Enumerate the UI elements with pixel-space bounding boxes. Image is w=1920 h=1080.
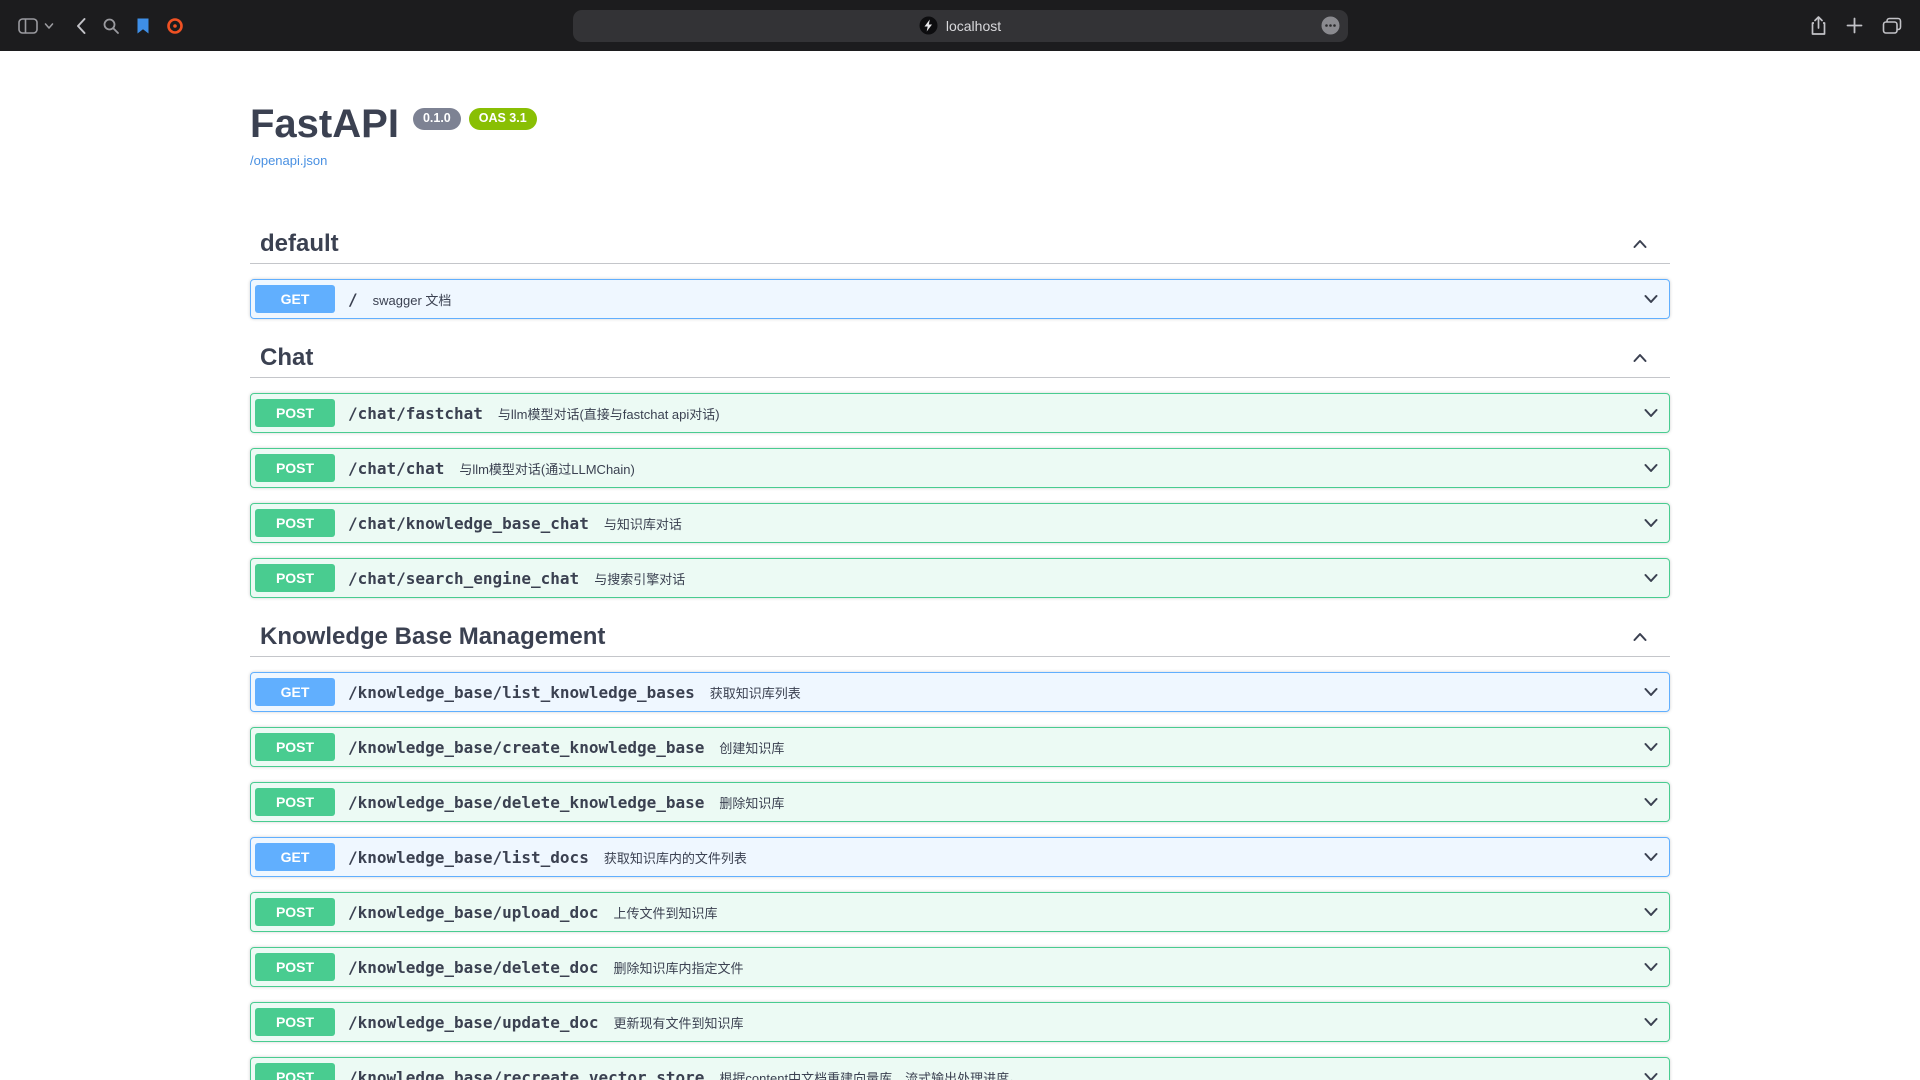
address-bar[interactable]: localhost: [573, 10, 1348, 42]
endpoint-path: /: [348, 290, 358, 309]
search-icon[interactable]: [102, 17, 120, 35]
section-header[interactable]: default: [250, 220, 1670, 264]
section-title: Chat: [260, 343, 313, 373]
extension-orange-icon[interactable]: [166, 17, 184, 35]
method-badge: POST: [255, 1008, 335, 1036]
chevron-down-icon[interactable]: [1641, 1012, 1661, 1032]
chevron-down-icon[interactable]: [1641, 458, 1661, 478]
share-icon[interactable]: [1810, 16, 1827, 36]
endpoint-path: /knowledge_base/upload_doc: [348, 903, 598, 922]
endpoint-row[interactable]: GET /knowledge_base/list_knowledge_bases…: [250, 672, 1670, 712]
section-title: default: [260, 229, 339, 259]
chevron-up-icon[interactable]: [1630, 234, 1650, 254]
endpoint-description: 与llm模型对话(直接与fastchat api对话): [498, 404, 720, 423]
section-header[interactable]: Knowledge Base Management: [250, 613, 1670, 657]
chevron-down-icon[interactable]: [1641, 847, 1661, 867]
method-badge: POST: [255, 953, 335, 981]
method-badge: POST: [255, 1063, 335, 1080]
method-badge: POST: [255, 733, 335, 761]
tab-overview-icon[interactable]: [1882, 17, 1902, 35]
address-text: localhost: [946, 18, 1001, 34]
endpoint-description: swagger 文档: [373, 290, 452, 309]
chevron-down-icon[interactable]: [1641, 902, 1661, 922]
sidebar-chevron-down-icon[interactable]: [44, 22, 54, 30]
oas-badge: OAS 3.1: [469, 108, 537, 130]
endpoint-path: /chat/knowledge_base_chat: [348, 514, 589, 533]
chevron-up-icon[interactable]: [1630, 348, 1650, 368]
endpoint-description: 更新现有文件到知识库: [613, 1013, 743, 1032]
chevron-down-icon[interactable]: [1641, 513, 1661, 533]
endpoint-row[interactable]: POST /knowledge_base/upload_doc 上传文件到知识库: [250, 892, 1670, 932]
endpoint-row[interactable]: POST /chat/fastchat 与llm模型对话(直接与fastchat…: [250, 393, 1670, 433]
endpoint-description: 删除知识库: [719, 793, 784, 812]
endpoint-path: /knowledge_base/create_knowledge_base: [348, 738, 704, 757]
method-badge: POST: [255, 564, 335, 592]
method-badge: GET: [255, 678, 335, 706]
endpoint-path: /knowledge_base/recreate_vector_store: [348, 1068, 704, 1080]
endpoint-description: 与搜索引擎对话: [594, 569, 685, 588]
chevron-down-icon[interactable]: [1641, 792, 1661, 812]
section-header[interactable]: Chat: [250, 334, 1670, 378]
openapi-spec-link[interactable]: /openapi.json: [250, 153, 327, 168]
endpoint-row[interactable]: POST /chat/chat 与llm模型对话(通过LLMChain): [250, 448, 1670, 488]
new-tab-icon[interactable]: [1846, 17, 1863, 34]
endpoint-description: 删除知识库内指定文件: [613, 958, 743, 977]
version-badge: 0.1.0: [413, 108, 461, 130]
swagger-page: FastAPI 0.1.0 OAS 3.1 /openapi.json defa…: [0, 51, 1920, 1080]
back-button-icon[interactable]: [75, 17, 87, 35]
endpoint-row[interactable]: POST /knowledge_base/create_knowledge_ba…: [250, 727, 1670, 767]
method-badge: POST: [255, 399, 335, 427]
chevron-up-icon[interactable]: [1630, 627, 1650, 647]
method-badge: GET: [255, 843, 335, 871]
endpoint-path: /knowledge_base/update_doc: [348, 1013, 598, 1032]
section-default: default GET / swagger 文档: [250, 220, 1670, 319]
endpoint-path: /chat/fastchat: [348, 404, 483, 423]
extension-blue-icon[interactable]: [135, 17, 151, 35]
page-menu-icon[interactable]: [1321, 16, 1340, 35]
chevron-down-icon[interactable]: [1641, 737, 1661, 757]
chevron-down-icon[interactable]: [1641, 403, 1661, 423]
api-info: FastAPI 0.1.0 OAS 3.1 /openapi.json: [250, 51, 1670, 170]
endpoint-row[interactable]: POST /knowledge_base/delete_knowledge_ba…: [250, 782, 1670, 822]
endpoint-path: /knowledge_base/list_docs: [348, 848, 589, 867]
method-badge: POST: [255, 454, 335, 482]
method-badge: POST: [255, 509, 335, 537]
site-favicon: [919, 16, 938, 35]
chevron-down-icon[interactable]: [1641, 568, 1661, 588]
endpoint-path: /chat/chat: [348, 459, 444, 478]
section-title: Knowledge Base Management: [260, 622, 605, 652]
endpoint-row[interactable]: POST /chat/search_engine_chat 与搜索引擎对话: [250, 558, 1670, 598]
endpoint-description: 上传文件到知识库: [613, 903, 717, 922]
method-badge: GET: [255, 285, 335, 313]
endpoint-description: 与llm模型对话(通过LLMChain): [459, 459, 635, 478]
endpoint-description: 根据content中文档重建向量库，流式输出处理进度。: [719, 1068, 1022, 1080]
endpoint-path: /chat/search_engine_chat: [348, 569, 579, 588]
chevron-down-icon[interactable]: [1641, 682, 1661, 702]
method-badge: POST: [255, 898, 335, 926]
endpoint-row[interactable]: POST /chat/knowledge_base_chat 与知识库对话: [250, 503, 1670, 543]
browser-toolbar: localhost: [0, 0, 1920, 51]
endpoint-row[interactable]: GET /knowledge_base/list_docs 获取知识库内的文件列…: [250, 837, 1670, 877]
endpoint-description: 获取知识库列表: [710, 683, 801, 702]
endpoint-path: /knowledge_base/list_knowledge_bases: [348, 683, 695, 702]
section-chat: Chat POST /chat/fastchat 与llm模型对话(直接与fas…: [250, 334, 1670, 598]
endpoint-row[interactable]: POST /knowledge_base/update_doc 更新现有文件到知…: [250, 1002, 1670, 1042]
endpoint-description: 创建知识库: [719, 738, 784, 757]
chevron-down-icon[interactable]: [1641, 289, 1661, 309]
method-badge: POST: [255, 788, 335, 816]
endpoint-path: /knowledge_base/delete_doc: [348, 958, 598, 977]
chevron-down-icon[interactable]: [1641, 1067, 1661, 1080]
endpoint-description: 获取知识库内的文件列表: [604, 848, 747, 867]
endpoint-description: 与知识库对话: [604, 514, 682, 533]
chevron-down-icon[interactable]: [1641, 957, 1661, 977]
endpoint-row[interactable]: GET / swagger 文档: [250, 279, 1670, 319]
section-knowledge-base: Knowledge Base Management GET /knowledge…: [250, 613, 1670, 1080]
sidebar-toggle-icon[interactable]: [18, 17, 38, 35]
endpoint-row[interactable]: POST /knowledge_base/recreate_vector_sto…: [250, 1057, 1670, 1080]
endpoint-path: /knowledge_base/delete_knowledge_base: [348, 793, 704, 812]
endpoint-row[interactable]: POST /knowledge_base/delete_doc 删除知识库内指定…: [250, 947, 1670, 987]
page-title: FastAPI: [250, 104, 399, 144]
